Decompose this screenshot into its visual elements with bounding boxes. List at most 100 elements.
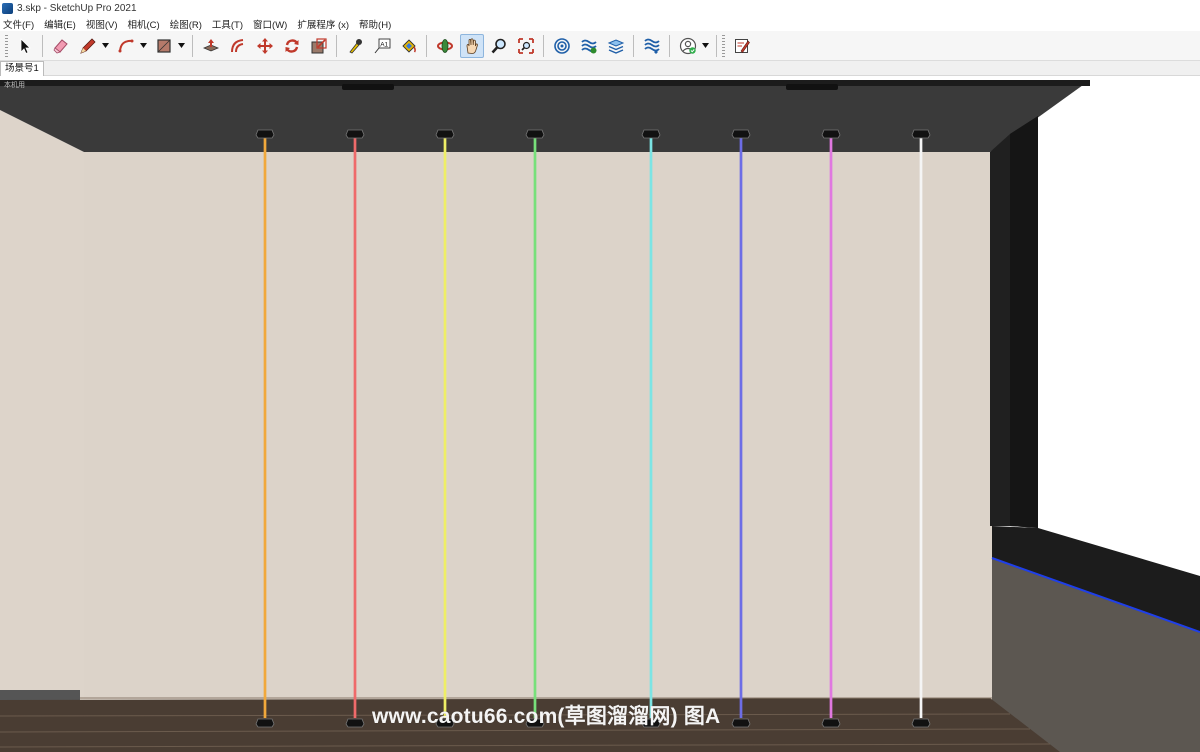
account-icon	[679, 37, 696, 54]
arc-tool-icon	[118, 39, 133, 52]
chevron-down-icon	[140, 43, 147, 48]
led-ceiling-mount[interactable]	[821, 129, 841, 139]
left-wall-face	[0, 110, 84, 700]
offset-tool-button[interactable]	[226, 34, 250, 58]
arc-tool-button[interactable]	[114, 34, 138, 58]
menu-file[interactable]: 文件(F)	[3, 17, 34, 31]
scene-tab-1[interactable]: 场景号1	[0, 61, 44, 76]
ceiling-downlight	[342, 84, 394, 90]
scale-tool-icon	[311, 37, 327, 53]
zoom-extents-icon	[517, 37, 534, 54]
viewport-scene-label: 本机用	[4, 82, 25, 89]
toolbar-separator	[42, 34, 43, 57]
chevron-down-icon	[178, 43, 185, 48]
extension-warehouse-button[interactable]	[577, 34, 601, 58]
pan-icon	[466, 37, 478, 54]
scale-tool-button[interactable]	[307, 34, 331, 58]
account-dropdown[interactable]	[701, 34, 710, 58]
led-ceiling-mount[interactable]	[731, 129, 751, 139]
menu-help[interactable]: 帮助(H)	[359, 17, 391, 31]
ceiling-downlight	[786, 84, 838, 90]
pencil-line-tool-button[interactable]	[76, 34, 100, 58]
toolbar-separator	[336, 34, 337, 57]
main-toolbar: A1	[0, 31, 1200, 61]
sketchup-app-icon	[2, 2, 13, 14]
text-tool-icon: A1	[374, 38, 390, 53]
led-floor-mount[interactable]	[255, 718, 275, 728]
svg-text:A1: A1	[380, 41, 388, 48]
menu-camera[interactable]: 相机(C)	[127, 17, 159, 31]
menu-draw[interactable]: 绘图(R)	[170, 17, 202, 31]
led-ceiling-mount[interactable]	[911, 129, 931, 139]
led-floor-mount[interactable]	[911, 718, 931, 728]
menu-view[interactable]: 视图(V)	[86, 17, 118, 31]
select-tool-icon	[20, 37, 31, 54]
zoom-icon	[491, 38, 506, 53]
components-button[interactable]	[640, 34, 664, 58]
menu-tools[interactable]: 工具(T)	[212, 17, 243, 31]
rectangle-tool-icon	[156, 38, 171, 53]
zoom-extents-tool-button[interactable]	[514, 34, 538, 58]
toolbar-separator	[192, 34, 193, 57]
toolbar-separator	[543, 34, 544, 57]
offset-tool-icon	[230, 38, 243, 52]
toolbar-grip[interactable]	[722, 34, 725, 57]
zoom-tool-button[interactable]	[487, 34, 511, 58]
pencil-line-tool-icon	[79, 37, 96, 54]
toolbar-separator	[426, 34, 427, 57]
warehouse-button[interactable]	[550, 34, 574, 58]
shape-tools-dropdown[interactable]	[177, 34, 186, 58]
right-column-face	[1010, 116, 1038, 528]
led-ceiling-mount[interactable]	[255, 129, 275, 139]
back-wall	[0, 152, 992, 706]
model-viewport[interactable]: 本机用 www.caotu66.com(草图溜溜网) 图A	[0, 76, 1200, 752]
led-ceiling-mount[interactable]	[435, 129, 455, 139]
pan-tool-button[interactable]	[459, 33, 484, 58]
move-tool-button[interactable]	[253, 34, 277, 58]
layers-icon	[607, 38, 624, 54]
led-ceiling-mount[interactable]	[641, 129, 661, 139]
eraser-tool-icon	[53, 38, 68, 53]
menu-bar: 文件(F) 编辑(E) 视图(V) 相机(C) 绘图(R) 工具(T) 窗口(W…	[0, 16, 1200, 31]
components-icon	[643, 38, 660, 54]
layers-button[interactable]	[604, 34, 628, 58]
menu-extensions[interactable]: 扩展程序 (x)	[297, 17, 349, 31]
arc-tools-dropdown[interactable]	[139, 34, 148, 58]
led-floor-mount[interactable]	[821, 718, 841, 728]
rotate-tool-button[interactable]	[280, 34, 304, 58]
led-floor-mount[interactable]	[345, 718, 365, 728]
text-tool-button[interactable]: A1	[370, 34, 394, 58]
tape-measure-tool-button[interactable]	[343, 34, 367, 58]
ceiling	[0, 80, 1090, 152]
account-button[interactable]	[676, 34, 700, 58]
orbit-tool-button[interactable]	[433, 34, 457, 58]
paint-bucket-icon	[401, 38, 416, 53]
menu-window[interactable]: 窗口(W)	[253, 17, 287, 31]
warehouse-icon	[553, 37, 570, 54]
push-pull-tool-button[interactable]	[199, 34, 223, 58]
window-title: 3.skp - SketchUp Pro 2021	[17, 2, 137, 14]
toolbar-separator	[716, 34, 717, 57]
move-tool-icon	[256, 37, 273, 54]
led-ceiling-mount[interactable]	[345, 129, 365, 139]
led-ceiling-mount[interactable]	[525, 129, 545, 139]
sketchup-viewer-button[interactable]	[730, 34, 754, 58]
sketchup-viewer-icon	[734, 38, 750, 53]
led-floor-mount[interactable]	[731, 718, 751, 728]
watermark-text: www.caotu66.com(草图溜溜网) 图A	[372, 705, 721, 728]
orbit-icon	[436, 38, 453, 53]
ceiling-edge	[0, 80, 1090, 86]
push-pull-tool-icon	[202, 38, 219, 51]
menu-edit[interactable]: 编辑(E)	[44, 17, 76, 31]
eraser-tool-button[interactable]	[49, 34, 73, 58]
toolbar-separator	[633, 34, 634, 57]
rectangle-tool-button[interactable]	[152, 34, 176, 58]
extension-warehouse-icon	[580, 39, 597, 53]
chevron-down-icon	[102, 43, 109, 48]
paint-bucket-tool-button[interactable]	[397, 34, 421, 58]
scene-tab-bar: 场景号1	[0, 61, 1200, 76]
select-tool-button[interactable]	[13, 34, 37, 58]
chevron-down-icon	[702, 43, 709, 48]
line-tools-dropdown[interactable]	[101, 34, 110, 58]
toolbar-grip[interactable]	[5, 34, 8, 57]
